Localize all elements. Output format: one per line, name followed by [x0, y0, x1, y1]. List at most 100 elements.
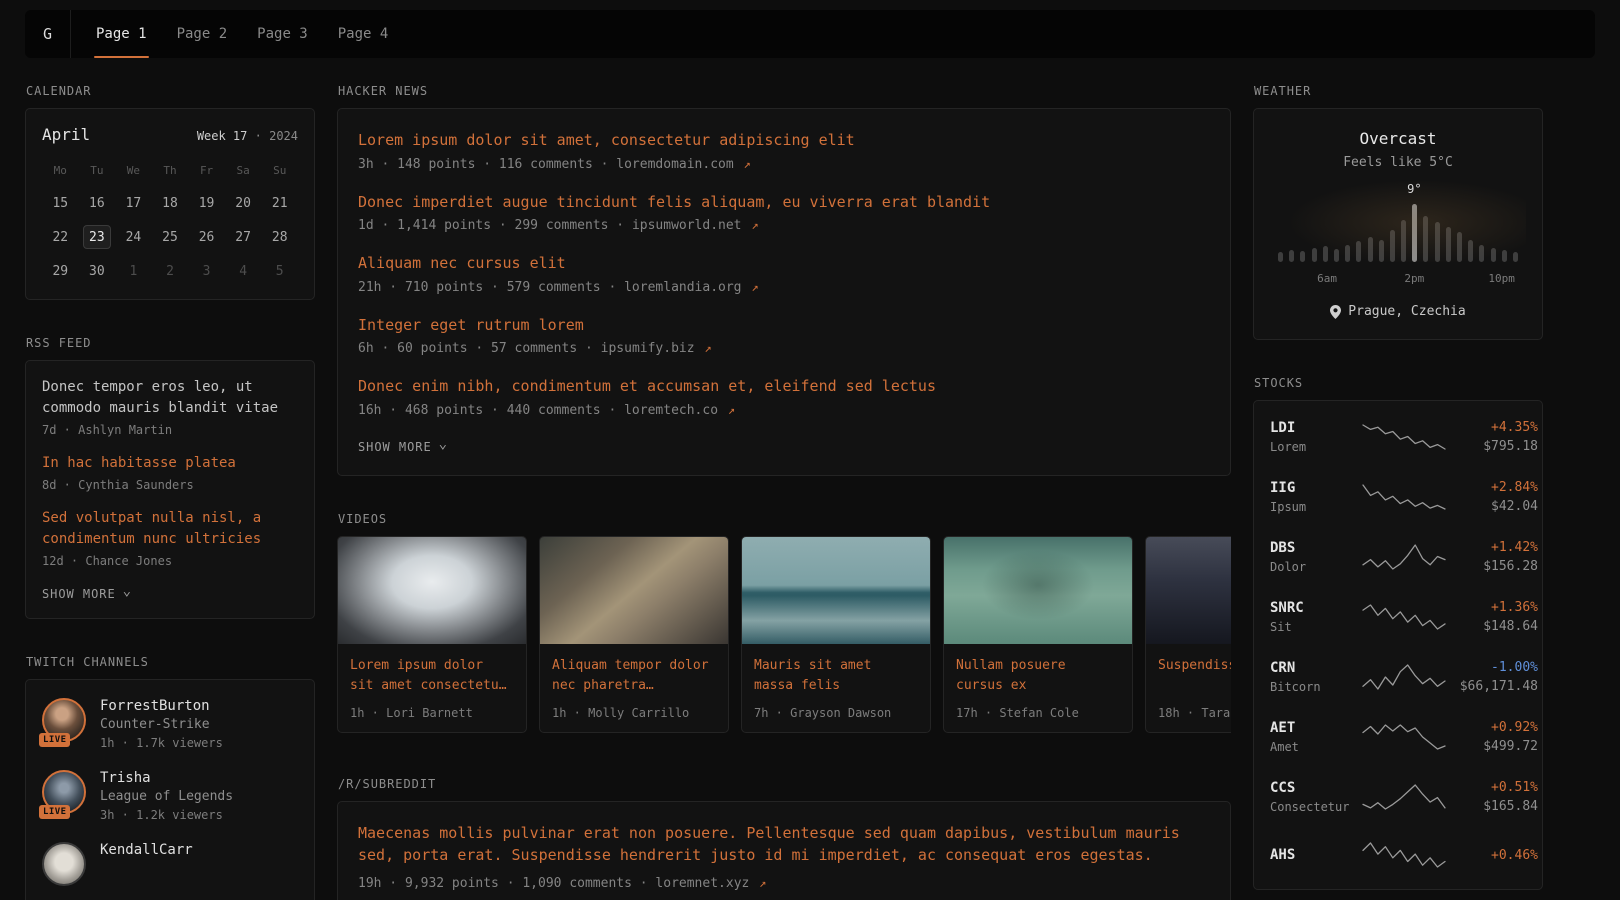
stock-row[interactable]: SNRC Sit +1.36% $148.64 [1270, 587, 1526, 647]
stock-list: LDI Lorem +4.35% $795.18 IIG Ipsum +2.84… [1270, 407, 1526, 883]
hackernews-card: Lorem ipsum dolor sit amet, consectetur … [337, 108, 1231, 476]
calendar-day-header: Th [163, 164, 176, 177]
tab-page-2[interactable]: Page 2 [162, 10, 243, 58]
post-title[interactable]: Donec enim nibh, condimentum et accumsan… [358, 375, 1210, 398]
video-card[interactable]: Mauris sit amet massa felis 7h · Grayson… [741, 536, 931, 733]
stock-change: +0.92% [1446, 720, 1538, 735]
rss-item: Sed volutpat nulla nisl, a condimentum n… [42, 508, 298, 568]
post-domain-link[interactable]: loremdomain.com [616, 157, 733, 172]
channel-viewers: 1h · 1.7k viewers [100, 736, 223, 750]
channel-game: Counter-Strike [100, 717, 223, 732]
stock-row[interactable]: IIG Ipsum +2.84% $42.04 [1270, 467, 1526, 527]
video-card[interactable]: Suspendisse diam 18h · Tara [1145, 536, 1231, 733]
subreddit-widget: /R/SUBREDDIT Maecenas mollis pulvinar er… [337, 777, 1231, 900]
tab-page-1[interactable]: Page 1 [81, 10, 162, 58]
stock-row[interactable]: CCS Consectetur +0.51% $165.84 [1270, 767, 1526, 827]
hackernews-show-more-button[interactable]: SHOW MORE ⌄ [358, 439, 448, 455]
weather-condition: Overcast [1272, 129, 1524, 148]
weather-feels-like: Feels like 5°C [1272, 155, 1524, 170]
external-link-icon: ↗ [704, 341, 711, 355]
stock-values: +0.46% [1446, 848, 1538, 863]
post-domain-link[interactable]: loremtech.co [624, 403, 718, 418]
stock-price: $795.18 [1446, 439, 1538, 454]
calendar-month: April [42, 125, 90, 144]
external-link-icon: ↗ [751, 280, 758, 294]
stock-row[interactable]: CRN Bitcorn -1.00% $66,171.48 [1270, 647, 1526, 707]
stock-symbol: AHS [1270, 847, 1362, 863]
post-domain-link[interactable]: loremnet.xyz [655, 876, 749, 891]
tab-page-3[interactable]: Page 3 [242, 10, 323, 58]
rss-list: Donec tempor eros leo, ut commodo mauris… [42, 377, 298, 568]
calendar-day: 19 [193, 191, 221, 215]
video-title[interactable]: Lorem ipsum dolor sit amet consectetu… [350, 656, 514, 698]
post-title[interactable]: Maecenas mollis pulvinar erat non posuer… [358, 822, 1210, 867]
calendar-day: 29 [46, 259, 74, 283]
stock-name: Amet [1270, 740, 1362, 754]
video-title[interactable]: Aliquam tempor dolor nec pharetra… [552, 656, 716, 698]
weather-card: Overcast Feels like 5°C 9° 6am2pm10pm Pr… [1253, 108, 1543, 340]
avatar-image [42, 842, 86, 886]
stock-row[interactable]: LDI Lorem +4.35% $795.18 [1270, 407, 1526, 467]
rss-item-title[interactable]: Sed volutpat nulla nisl, a condimentum n… [42, 508, 298, 550]
weather-bar [1323, 246, 1328, 262]
rss-item-title[interactable]: In hac habitasse platea [42, 453, 298, 474]
calendar-day-header: Mo [54, 164, 67, 177]
video-title[interactable]: Suspendisse diam [1158, 656, 1231, 698]
post-title[interactable]: Donec imperdiet augue tincidunt felis al… [358, 191, 1210, 214]
twitch-channel-item[interactable]: LIVE ForrestBurton Counter-Strike 1h · 1… [42, 698, 298, 750]
calendar-day-header: Sa [237, 164, 250, 177]
stock-symbol: SNRC [1270, 600, 1362, 616]
calendar-day: 27 [229, 225, 257, 249]
calendar-day-today: 23 [83, 225, 111, 249]
video-thumbnail[interactable] [338, 537, 526, 644]
post-domain-link[interactable]: loremlandia.org [624, 280, 741, 295]
rss-item-title[interactable]: Donec tempor eros leo, ut commodo mauris… [42, 377, 298, 419]
video-card-body: Mauris sit amet massa felis 7h · Grayson… [742, 644, 930, 732]
twitch-channel-item[interactable]: KendallCarr [42, 842, 298, 886]
app-logo[interactable]: G [25, 10, 71, 58]
video-card[interactable]: Aliquam tempor dolor nec pharetra… 1h · … [539, 536, 729, 733]
stock-sparkline [1362, 840, 1446, 870]
video-title[interactable]: Nullam posuere cursus ex [956, 656, 1120, 698]
post-stats: 16h · 468 points · 440 comments · [358, 403, 616, 418]
video-thumbnail[interactable] [1146, 537, 1231, 644]
stock-values: +1.42% $156.28 [1446, 540, 1538, 574]
post-title[interactable]: Aliquam nec cursus elit [358, 252, 1210, 275]
stock-info: IIG Ipsum [1270, 480, 1362, 514]
stock-row[interactable]: AET Amet +0.92% $499.72 [1270, 707, 1526, 767]
calendar-day: 21 [266, 191, 294, 215]
video-thumbnail[interactable] [742, 537, 930, 644]
calendar-day-header: Su [273, 164, 286, 177]
calendar-day: 25 [156, 225, 184, 249]
stocks-card: LDI Lorem +4.35% $795.18 IIG Ipsum +2.84… [1253, 400, 1543, 890]
calendar-day: 1 [119, 259, 147, 283]
video-thumbnail[interactable] [944, 537, 1132, 644]
avatar: LIVE [42, 698, 86, 742]
channel-name: ForrestBurton [100, 698, 223, 714]
stock-values: +1.36% $148.64 [1446, 600, 1538, 634]
video-meta: 7h · Grayson Dawson [754, 706, 918, 720]
video-thumbnail[interactable] [540, 537, 728, 644]
post-domain-link[interactable]: ipsumify.biz [601, 341, 695, 356]
weather-bar [1345, 245, 1350, 262]
hackernews-widget: HACKER NEWS Lorem ipsum dolor sit amet, … [337, 84, 1231, 476]
post-title[interactable]: Lorem ipsum dolor sit amet, consectetur … [358, 129, 1210, 152]
rss-show-more-button[interactable]: SHOW MORE ⌄ [42, 586, 132, 602]
post-meta: 3h · 148 points · 116 comments · loremdo… [358, 157, 1210, 172]
stock-sparkline [1362, 602, 1446, 632]
calendar-day-header: Tu [90, 164, 103, 177]
weather-bar [1334, 249, 1339, 262]
stock-row[interactable]: AHS +0.46% [1270, 827, 1526, 883]
rss-item-meta: 12d · Chance Jones [42, 554, 298, 568]
stock-row[interactable]: DBS Dolor +1.42% $156.28 [1270, 527, 1526, 587]
weather-bar [1289, 250, 1294, 262]
video-card[interactable]: Lorem ipsum dolor sit amet consectetu… 1… [337, 536, 527, 733]
twitch-channel-item[interactable]: LIVE Trisha League of Legends 3h · 1.2k … [42, 770, 298, 822]
post-domain-link[interactable]: ipsumworld.net [632, 218, 742, 233]
calendar-day: 20 [229, 191, 257, 215]
post-title[interactable]: Integer eget rutrum lorem [358, 314, 1210, 337]
tab-page-4[interactable]: Page 4 [323, 10, 404, 58]
video-title[interactable]: Mauris sit amet massa felis [754, 656, 918, 698]
video-card[interactable]: Nullam posuere cursus ex 17h · Stefan Co… [943, 536, 1133, 733]
hackernews-widget-title: HACKER NEWS [338, 84, 1231, 98]
